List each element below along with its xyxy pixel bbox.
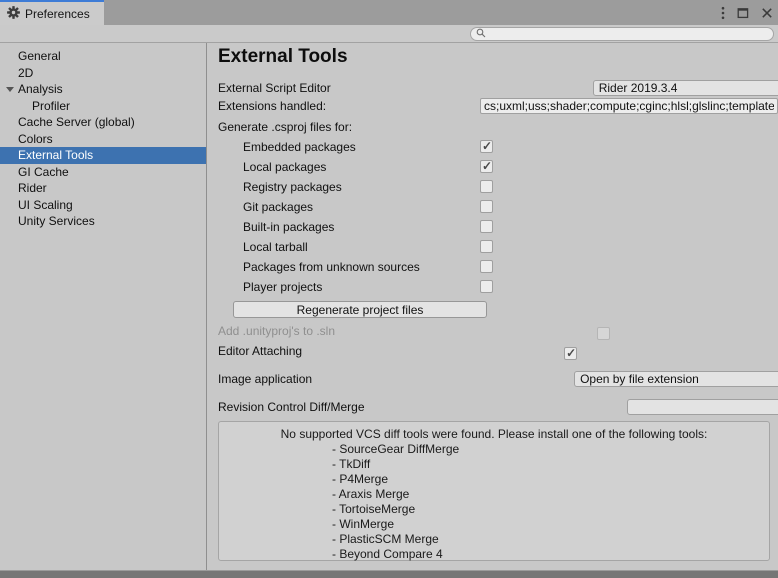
csproj-section-label: Generate .csproj files for: [218,120,352,134]
tab-strip: Preferences [0,0,778,25]
extensions-field [480,98,778,114]
sidebar-item-label: Analysis [18,82,63,96]
registry-packages-checkbox[interactable] [480,180,493,193]
sidebar-item-general[interactable]: General [0,48,206,65]
sidebar-item-profiler[interactable]: Profiler [0,98,206,115]
image-application-dropdown[interactable]: Open by file extension [574,371,778,387]
unityproj-label: Add .unityproj's to .sln [218,324,335,338]
sidebar-item-label: GI Cache [18,165,69,179]
search-icon [476,27,486,41]
row-label: Built-in packages [218,220,334,234]
kebab-menu-icon[interactable] [721,6,725,20]
foldout-open-icon[interactable] [6,87,14,92]
sidebar: General 2D Analysis Profiler Cache Serve… [0,43,207,570]
editor-attaching-label: Editor Attaching [218,344,302,358]
gear-icon [7,6,20,22]
csproj-row-built-in-packages: Built-in packages [218,217,770,237]
tab-title: Preferences [25,7,90,21]
tab-preferences[interactable]: Preferences [0,0,104,25]
maximize-icon[interactable] [737,7,749,19]
sidebar-item-gi-cache[interactable]: GI Cache [0,164,206,181]
sidebar-item-label: UI Scaling [18,198,73,212]
revision-control-dropdown[interactable] [627,399,778,415]
csproj-row-git-packages: Git packages [218,197,770,217]
extensions-input[interactable] [481,99,777,113]
sidebar-item-label: 2D [18,66,33,80]
row-label: Registry packages [218,180,342,194]
helpbox-tool-item: - PlasticSCM Merge [219,532,769,547]
csproj-rows: Embedded packages Local packages Registr… [218,137,770,297]
built-in-packages-checkbox[interactable] [480,220,493,233]
csproj-row-player-projects: Player projects [218,277,770,297]
search-input[interactable] [489,28,768,40]
preferences-window: Preferences [0,0,778,578]
sidebar-item-ui-scaling[interactable]: UI Scaling [0,197,206,214]
helpbox-message: No supported VCS diff tools were found. … [219,427,769,442]
unknown-sources-checkbox[interactable] [480,260,493,273]
git-packages-checkbox[interactable] [480,200,493,213]
revision-control-label: Revision Control Diff/Merge [218,400,365,414]
sidebar-item-label: External Tools [18,148,93,162]
vcs-helpbox: No supported VCS diff tools were found. … [218,421,770,561]
script-editor-label: External Script Editor [218,81,331,95]
row-label: Packages from unknown sources [218,260,420,274]
helpbox-tool-item: - Beyond Compare 4 [219,547,769,562]
sidebar-item-rider[interactable]: Rider [0,180,206,197]
helpbox-tool-item: - TortoiseMerge [219,502,769,517]
player-projects-checkbox[interactable] [480,280,493,293]
local-tarball-checkbox[interactable] [480,240,493,253]
search-box[interactable] [470,27,774,41]
close-icon[interactable] [761,7,773,19]
row-label: Git packages [218,200,313,214]
sidebar-item-cache-server[interactable]: Cache Server (global) [0,114,206,131]
page-title: External Tools [218,46,348,68]
local-packages-checkbox[interactable] [480,160,493,173]
external-tools-panel: External Tools External Script Editor Ri… [208,43,778,570]
helpbox-tool-item: - TkDiff [219,457,769,472]
script-editor-dropdown[interactable]: Rider 2019.3.4 [593,80,778,96]
regenerate-project-files-button[interactable]: Regenerate project files [233,301,487,318]
csproj-row-registry-packages: Registry packages [218,177,770,197]
csproj-row-embedded-packages: Embedded packages [218,137,770,157]
sidebar-item-label: Colors [18,132,53,146]
helpbox-tool-item: - P4Merge [219,472,769,487]
sidebar-item-label: Rider [18,181,47,195]
helpbox-tool-item: - WinMerge [219,517,769,532]
image-application-label: Image application [218,372,312,386]
csproj-row-local-tarball: Local tarball [218,237,770,257]
sidebar-item-2d[interactable]: 2D [0,65,206,82]
sidebar-item-unity-services[interactable]: Unity Services [0,213,206,230]
sidebar-item-label: Unity Services [18,214,95,228]
helpbox-tool-item: - SourceGear DiffMerge [219,442,769,457]
unityproj-checkbox [597,327,610,340]
editor-attaching-checkbox[interactable] [564,347,577,360]
row-label: Local packages [218,160,326,174]
csproj-row-local-packages: Local packages [218,157,770,177]
helpbox-tool-item: - Araxis Merge [219,487,769,502]
row-label: Player projects [218,280,322,294]
extensions-label: Extensions handled: [218,99,326,113]
script-editor-value: Rider 2019.3.4 [599,81,678,95]
sidebar-item-label: Profiler [32,99,70,113]
row-label: Local tarball [218,240,308,254]
sidebar-item-analysis[interactable]: Analysis [0,81,206,98]
sidebar-item-label: General [18,49,61,63]
image-application-value: Open by file extension [580,372,699,386]
sidebar-item-colors[interactable]: Colors [0,131,206,148]
window-bottom-edge [0,570,778,578]
sidebar-item-label: Cache Server (global) [18,115,135,129]
embedded-packages-checkbox[interactable] [480,140,493,153]
row-label: Embedded packages [218,140,356,154]
sidebar-item-external-tools[interactable]: External Tools [0,147,206,164]
csproj-row-unknown-sources: Packages from unknown sources [218,257,770,277]
toolbar [0,25,778,43]
